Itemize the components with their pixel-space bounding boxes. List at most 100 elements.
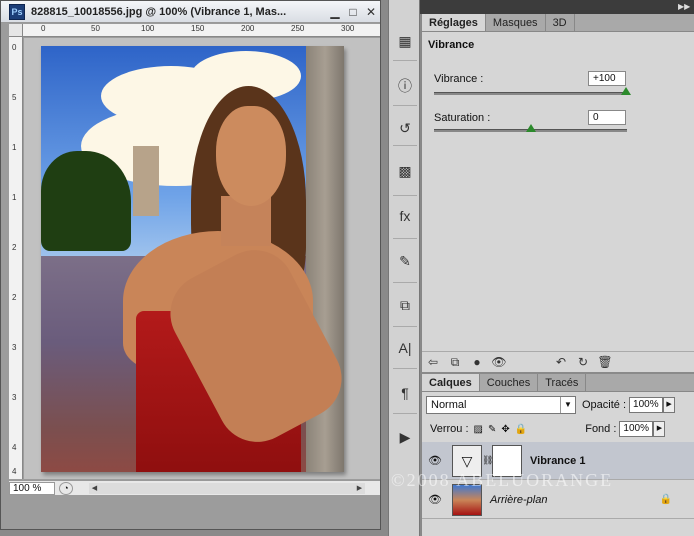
clone-source-icon[interactable]: ⧉ — [394, 294, 416, 316]
lock-transparency-icon[interactable]: ▨ — [474, 424, 483, 435]
previous-state-icon[interactable]: ↶ — [550, 355, 572, 369]
ruler-tick: 5 — [12, 93, 17, 102]
ruler-tick: 2 — [12, 293, 17, 302]
adjustments-tabs: Réglages Masques 3D — [422, 14, 694, 32]
layer-name[interactable]: Vibrance 1 — [530, 455, 585, 467]
panel-dock-header: ◀◀ ▶▶ — [388, 0, 694, 14]
tab-calques[interactable]: Calques — [422, 374, 480, 391]
mask-icon[interactable]: ● — [466, 355, 488, 369]
divider — [393, 60, 417, 61]
vibrance-label: Vibrance : — [434, 73, 484, 85]
zoom-icon[interactable]: ◔ — [59, 481, 73, 495]
swatches-icon[interactable]: ▩ — [394, 160, 416, 182]
ruler-tick: 300 — [341, 24, 355, 33]
histogram-icon[interactable]: ▦ — [394, 30, 416, 52]
ruler-tick: 1 — [12, 143, 17, 152]
visibility-eye-icon[interactable]: 👁 — [426, 454, 444, 467]
chevron-down-icon[interactable]: ▼ — [560, 397, 575, 413]
divider — [393, 195, 417, 196]
ruler-tick: 0 — [12, 43, 17, 52]
document-window: Ps 828815_10018556.jpg @ 100% (Vibrance … — [0, 0, 381, 530]
opacity-arrow-icon[interactable]: ▶ — [663, 397, 676, 413]
reset-icon[interactable]: ↻ — [572, 355, 594, 369]
ruler-tick: 3 — [12, 393, 17, 402]
tab-couches[interactable]: Couches — [480, 374, 539, 391]
maximize-icon[interactable]: □ — [344, 4, 362, 20]
styles-icon[interactable]: fx — [394, 205, 416, 227]
ruler-tick: 200 — [241, 24, 255, 33]
divider — [393, 326, 417, 327]
actions-icon[interactable]: ▶ — [394, 426, 416, 448]
history-icon[interactable]: ↺ — [394, 117, 416, 139]
photoshop-icon: Ps — [9, 3, 25, 20]
close-icon[interactable]: ✕ — [362, 4, 380, 20]
layers-tabs: Calques Couches Tracés — [422, 374, 694, 392]
ruler-tick: 3 — [12, 343, 17, 352]
ruler-tick: 50 — [91, 24, 100, 33]
visibility-eye-icon[interactable]: 👁 — [426, 493, 444, 506]
saturation-input[interactable]: 0 — [588, 110, 626, 125]
divider — [393, 282, 417, 283]
lock-move-icon[interactable]: ✥ — [501, 424, 509, 435]
saturation-slider-thumb[interactable] — [526, 124, 536, 132]
minimize-icon[interactable]: ▁ — [326, 4, 344, 20]
ruler-tick: 4 — [12, 443, 17, 452]
horizontal-ruler[interactable]: 0 50 100 150 200 250 300 — [23, 24, 380, 37]
layer-name[interactable]: Arrière-plan — [490, 494, 547, 506]
image-trees — [41, 151, 131, 251]
adjustments-panel: Réglages Masques 3D Vibrance Vibrance : … — [421, 14, 694, 372]
adjustment-title: Vibrance — [428, 39, 475, 51]
brush-icon[interactable]: ✎ — [394, 250, 416, 272]
vibrance-slider-thumb[interactable] — [621, 87, 631, 95]
layers-panel: Calques Couches Tracés Normal ▼ Opacité … — [421, 374, 694, 536]
opacity-input[interactable]: 100% — [629, 397, 664, 413]
ruler-tick: 1 — [12, 193, 17, 202]
blend-mode-value: Normal — [431, 399, 467, 411]
ruler-tick: 0 — [41, 24, 46, 33]
divider — [393, 145, 417, 146]
document-image[interactable] — [41, 46, 344, 472]
divider — [393, 238, 417, 239]
vibrance-input[interactable]: +100 — [588, 71, 626, 86]
info-icon[interactable]: ⓘ — [394, 75, 416, 97]
lock-brush-icon[interactable]: ✎ — [488, 424, 496, 435]
back-arrow-icon[interactable]: ⇦ — [422, 355, 444, 369]
divider — [393, 105, 417, 106]
vertical-ruler[interactable]: 0 5 1 1 2 2 3 3 4 4 — [9, 37, 23, 479]
horizontal-scrollbar[interactable]: ◀ ▶ — [89, 483, 365, 494]
divider — [393, 368, 417, 369]
delete-icon[interactable]: 🗑 — [594, 355, 616, 369]
paragraph-icon[interactable]: ¶ — [394, 382, 416, 404]
ruler-tick: 100 — [141, 24, 155, 33]
lock-all-icon[interactable]: 🔒 — [515, 424, 527, 435]
vibrance-slider[interactable] — [434, 87, 631, 95]
tab-3d[interactable]: 3D — [546, 14, 575, 31]
blend-mode-select[interactable]: Normal ▼ — [426, 396, 576, 414]
fill-arrow-icon[interactable]: ▶ — [653, 421, 666, 437]
canvas-area[interactable] — [24, 38, 380, 479]
saturation-slider[interactable] — [434, 124, 627, 132]
zoom-field[interactable]: 100 % — [9, 481, 55, 495]
ruler-tick: 4 — [12, 467, 17, 476]
fill-input[interactable]: 100% — [619, 421, 654, 437]
scroll-right-icon[interactable]: ▶ — [354, 483, 365, 494]
expand-icon[interactable]: ▶▶ — [678, 2, 690, 11]
tab-traces[interactable]: Tracés — [538, 374, 587, 391]
lock-row: Verrou : ▨ ✎ ✥ 🔒 Fond : 100% ▶ — [422, 421, 694, 437]
character-icon[interactable]: A| — [394, 337, 416, 359]
visibility-eye-icon[interactable]: 👁 — [488, 355, 510, 369]
opacity-label: Opacité : — [582, 399, 627, 411]
document-titlebar[interactable]: Ps 828815_10018556.jpg @ 100% (Vibrance … — [1, 1, 380, 23]
image-tower — [133, 146, 159, 216]
document-title: 828815_10018556.jpg @ 100% (Vibrance 1, … — [31, 5, 287, 18]
ruler-corner — [9, 24, 23, 37]
clip-to-layer-icon[interactable]: ⧉ — [444, 355, 466, 370]
saturation-label: Saturation : — [434, 112, 491, 124]
tab-masques[interactable]: Masques — [486, 14, 546, 31]
tab-reglages[interactable]: Réglages — [422, 14, 486, 31]
scroll-left-icon[interactable]: ◀ — [89, 483, 100, 494]
lock-icon: 🔒 — [659, 494, 672, 505]
image-face — [216, 106, 286, 206]
link-icon[interactable]: ⛓ — [482, 455, 493, 466]
panel-icon-strip: ▦ ⓘ ↺ ▩ fx ✎ ⧉ A| ¶ ▶ — [388, 0, 420, 536]
